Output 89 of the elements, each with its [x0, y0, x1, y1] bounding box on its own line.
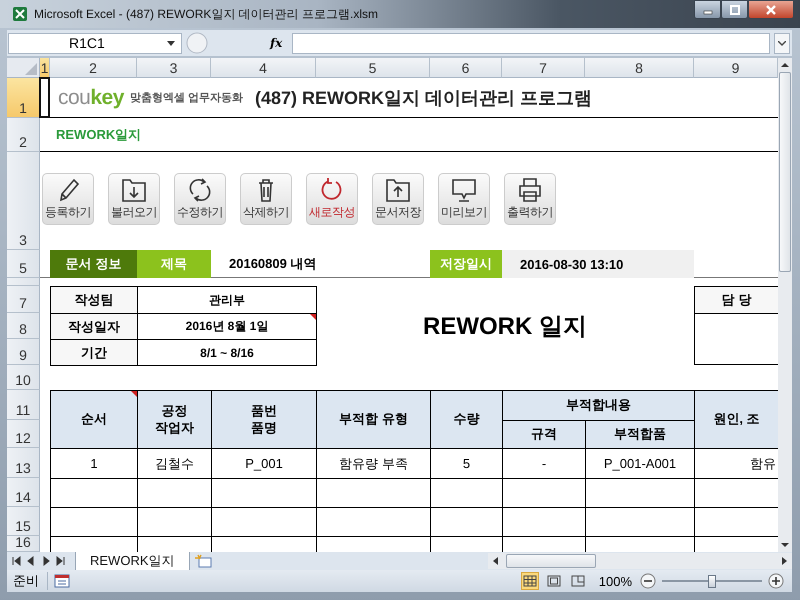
close-icon: [765, 4, 777, 14]
column-heading: 부적합 유형: [316, 390, 431, 449]
row-header[interactable]: 9: [7, 339, 40, 365]
row-header[interactable]: 3: [7, 152, 40, 250]
zoom-in-icon[interactable]: [768, 573, 784, 589]
field-label: 제목: [137, 250, 211, 278]
column-header[interactable]: 4: [211, 58, 316, 78]
toolbar-button[interactable]: 문서저장: [372, 173, 424, 225]
toolbar-button[interactable]: 수정하기: [174, 173, 226, 225]
dropdown-caret-icon: [167, 40, 175, 46]
folder-up-icon: [383, 176, 413, 204]
column-heading: 순서: [50, 390, 138, 449]
zoom-out-icon[interactable]: [640, 573, 656, 589]
column-header[interactable]: 3: [137, 58, 211, 78]
toolbar-button[interactable]: 불러오기: [108, 173, 160, 225]
zoom-level: 100%: [598, 574, 632, 588]
scroll-thumb[interactable]: [779, 72, 791, 272]
column-heading: 규격: [502, 420, 586, 449]
table-cell: 8/1 ~ 8/16: [137, 339, 317, 366]
column-header[interactable]: 5: [316, 58, 430, 78]
field-label: 저장일시: [430, 250, 502, 278]
section-label: 문서 정보: [50, 250, 137, 278]
program-title: (487) REWORK일지 데이터관리 프로그램: [254, 86, 592, 110]
logo: coukey: [58, 86, 124, 110]
vertical-scrollbar[interactable]: [778, 58, 792, 552]
macro-record-icon[interactable]: [54, 574, 70, 588]
column-header[interactable]: 1: [40, 58, 50, 78]
comment-marker-icon: [310, 314, 316, 320]
maximize-icon: [728, 4, 740, 14]
table-cell: 담 당: [694, 286, 778, 314]
column-header[interactable]: 9: [694, 58, 778, 78]
column-heading: 수량: [430, 390, 503, 449]
row-header[interactable]: 2: [7, 118, 40, 152]
window-title: Microsoft Excel - (487) REWORK일지 데이터관리 프로그램.xlsm: [34, 6, 378, 22]
chevron-down-icon: [778, 40, 786, 46]
insert-sheet-icon[interactable]: [194, 554, 214, 568]
minimize-button[interactable]: [694, 0, 721, 19]
selected-cell[interactable]: [39, 77, 50, 118]
formula-input[interactable]: [292, 32, 770, 54]
toolbar-button[interactable]: 삭제하기: [240, 173, 292, 225]
row-header[interactable]: 16: [7, 536, 40, 552]
table-cell: 관리부: [137, 286, 317, 314]
sheet-tab[interactable]: REWORK일지: [75, 552, 190, 570]
row-header[interactable]: 11: [7, 390, 40, 420]
row-header[interactable]: 12: [7, 420, 40, 448]
excel-icon: [12, 6, 28, 22]
row-header[interactable]: 14: [7, 478, 40, 507]
formula-grip-icon: [186, 32, 208, 54]
toolbar-button[interactable]: 미리보기: [438, 173, 490, 225]
row-header[interactable]: 15: [7, 507, 40, 536]
name-box[interactable]: R1C1: [8, 32, 182, 54]
insert-function-button[interactable]: fx: [270, 36, 282, 50]
normal-view-button[interactable]: [520, 572, 539, 590]
close-button[interactable]: [748, 0, 794, 19]
column-header[interactable]: 6: [430, 58, 502, 78]
row-header[interactable]: 5: [7, 250, 40, 278]
title-value: 20160809 내역: [228, 255, 318, 273]
toolbar-button[interactable]: 새로작성: [306, 173, 358, 225]
table-cell: 기간: [50, 339, 138, 366]
row-header[interactable]: 8: [7, 313, 40, 339]
column-heading: 공정 작업자: [137, 390, 212, 449]
row-header[interactable]: 10: [7, 365, 40, 390]
folder-down-icon: [119, 176, 149, 204]
table-cell: 작성일자: [50, 313, 138, 340]
column-heading: 부적합품: [585, 420, 695, 449]
column-header[interactable]: 2: [50, 58, 137, 78]
zoom-slider-thumb[interactable]: [708, 574, 716, 588]
monitor-icon: [449, 176, 479, 204]
expand-formula-button[interactable]: [774, 32, 790, 54]
toolbar-button[interactable]: 출력하기: [504, 173, 556, 225]
sheet-subtitle: REWORK일지: [56, 126, 142, 144]
maximize-button[interactable]: [721, 0, 748, 19]
status-mode: 준비: [13, 572, 48, 590]
row-header[interactable]: 7: [7, 286, 40, 313]
column-heading: 원인, 조: [694, 390, 778, 449]
row-header[interactable]: 13: [7, 448, 40, 478]
column-heading: 부적합내용: [502, 390, 695, 421]
column-header[interactable]: 7: [502, 58, 585, 78]
document-title: REWORK 일지: [423, 312, 587, 342]
select-all-icon: [25, 63, 37, 75]
scroll-thumb[interactable]: [506, 554, 596, 568]
row-header[interactable]: 1: [7, 78, 40, 118]
toolbar-button[interactable]: 등록하기: [42, 173, 94, 225]
column-heading: 품번 품명: [211, 390, 317, 449]
column-header[interactable]: 8: [585, 58, 694, 78]
saved-time-value: 2016-08-30 13:10: [502, 250, 694, 278]
horizontal-scrollbar[interactable]: [488, 553, 792, 569]
table-cell: 작성팀: [50, 286, 138, 314]
tagline: 맞춤형엑셀 업무자동화: [130, 91, 243, 105]
